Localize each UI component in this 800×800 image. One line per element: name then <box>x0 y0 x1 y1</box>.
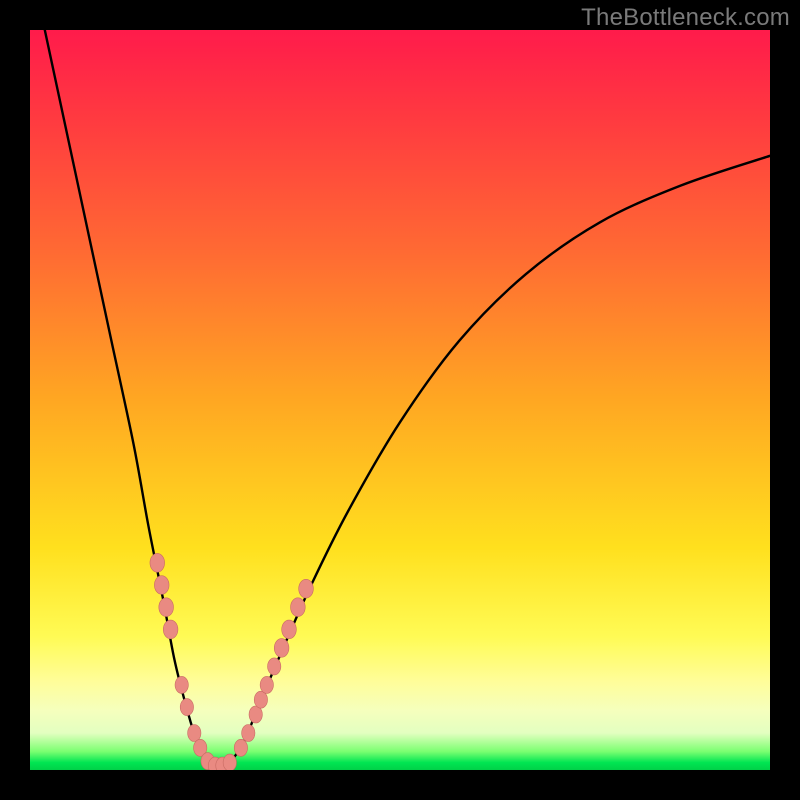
curve-marker <box>260 676 273 693</box>
curve-marker <box>180 699 193 716</box>
curve-marker <box>234 739 247 756</box>
chart-frame: TheBottleneck.com <box>0 0 800 800</box>
bottleneck-curve-svg <box>30 30 770 770</box>
curve-marker <box>299 579 314 598</box>
curve-marker <box>154 576 169 595</box>
curve-marker <box>150 553 165 572</box>
curve-marker <box>268 658 281 675</box>
curve-marker <box>242 724 255 741</box>
plot-area <box>30 30 770 770</box>
curve-marker <box>175 676 188 693</box>
curve-marker <box>254 691 267 708</box>
curve-marker <box>282 620 297 639</box>
curve-marker <box>249 706 262 723</box>
curve-marker <box>291 598 306 617</box>
curve-marker <box>159 598 174 617</box>
curve-marker <box>274 639 289 658</box>
curve-marker <box>188 724 201 741</box>
bottleneck-curve <box>45 30 770 770</box>
curve-marker <box>223 754 236 770</box>
watermark-text: TheBottleneck.com <box>581 4 790 32</box>
curve-marker <box>163 620 178 639</box>
